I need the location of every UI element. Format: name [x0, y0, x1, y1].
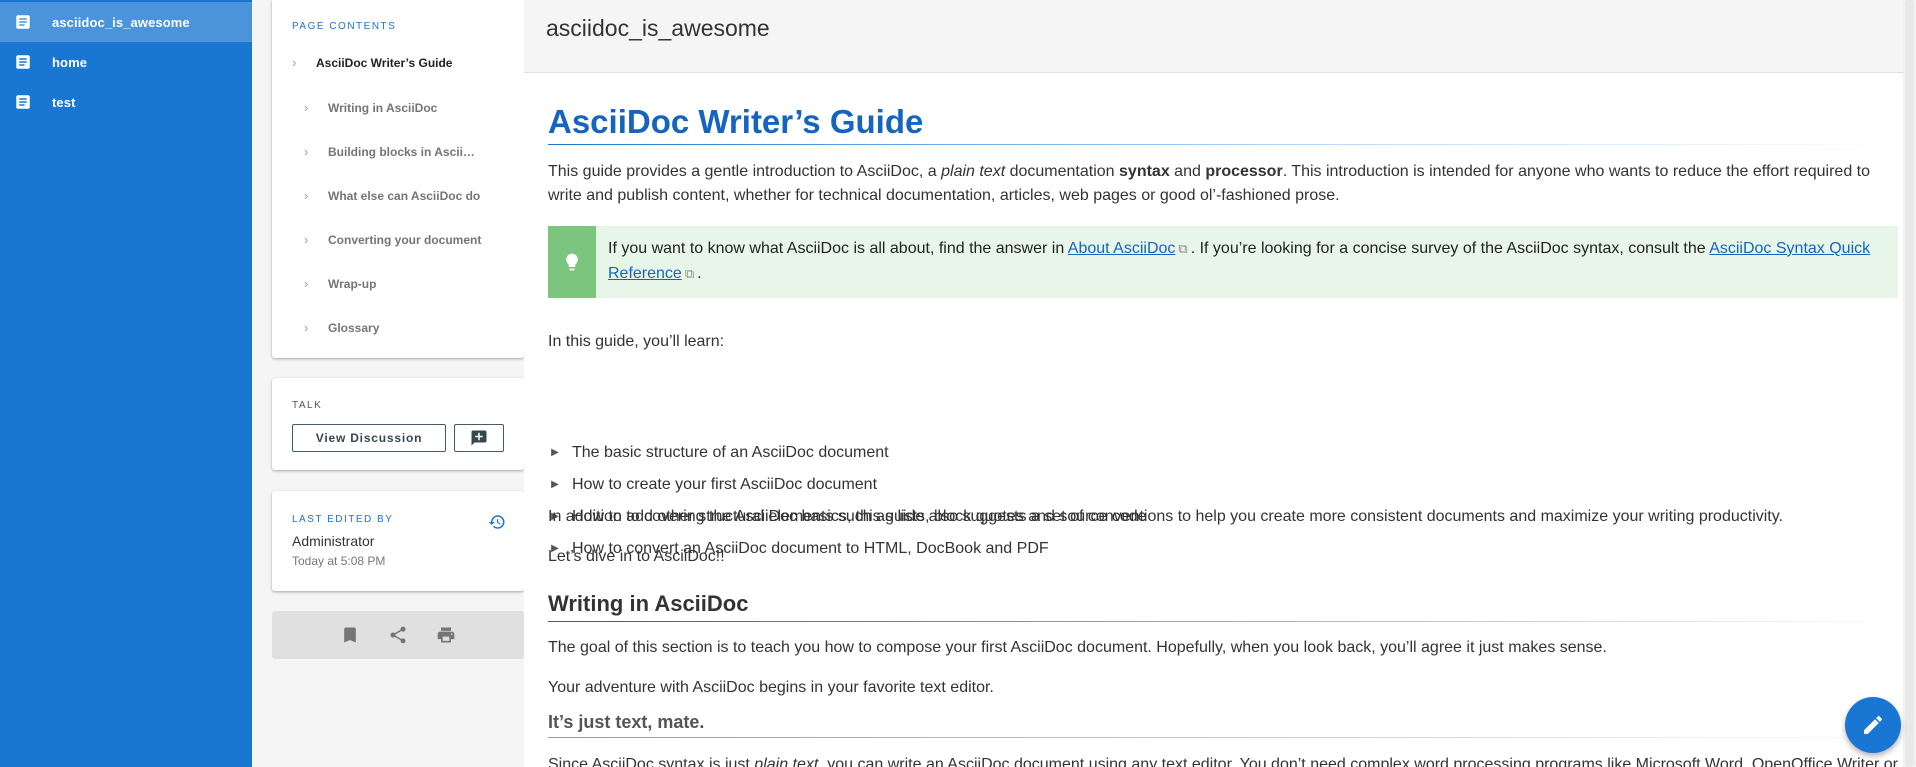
add-comment-button[interactable] [454, 424, 504, 452]
bullet-triangle-icon: ▶ [551, 447, 559, 458]
page-contents-caption: PAGE CONTENTS [292, 21, 397, 32]
scrollbar[interactable] [1903, 0, 1916, 767]
toc-item[interactable]: › Writing in AsciiDoc [304, 100, 483, 115]
document-icon [16, 55, 30, 69]
lightbulb-icon [566, 253, 578, 271]
about-asciidoc-link[interactable]: About AsciiDoc [1068, 240, 1176, 257]
section-heading: Writing in AsciiDoc [548, 591, 749, 616]
addition-paragraph: In addition to covering the AsciiDoc bas… [548, 508, 1784, 525]
list-item: ▶ How to create your first AsciiDoc docum… [548, 469, 1147, 501]
history-icon[interactable] [488, 513, 506, 531]
toc-item[interactable]: › Glossary [304, 320, 483, 335]
last-edited-card: LAST EDITED BY Administrator Today at 5:… [272, 491, 524, 591]
toc-item[interactable]: › Converting your document [304, 232, 483, 247]
tip-text: If you want to know what AsciiDoc is all… [608, 240, 1871, 282]
main-content: asciidoc_is_awesome AsciiDoc Writer’s Gu… [524, 0, 1916, 767]
last-edited-caption: LAST EDITED BY [292, 514, 394, 525]
pencil-icon [1864, 715, 1883, 734]
toc-item[interactable]: › Building blocks in AsciiDoc [304, 144, 483, 159]
sidebar-nav: asciidoc_is_awesome home test [0, 0, 252, 767]
page-actions-bar [272, 611, 524, 659]
tip-bar [548, 226, 596, 298]
nav-item-label: home [52, 54, 88, 70]
chevron-right-icon: › [304, 100, 309, 115]
tip-admonition: If you want to know what AsciiDoc is all… [548, 226, 1898, 298]
toc-item-title[interactable]: › AsciiDoc Writer’s Guide [292, 55, 486, 70]
section-divider [548, 621, 1898, 622]
intro-paragraph: This guide provides a gentle introductio… [548, 163, 1871, 204]
print-icon[interactable] [435, 624, 457, 646]
subsection-heading: It’s just text, mate. [548, 712, 705, 732]
document-icon [16, 95, 30, 109]
toc-item[interactable]: › What else can AsciiDoc do [304, 188, 483, 203]
external-link-icon: ⧉ [1178, 241, 1188, 256]
nav-item-home[interactable]: home [0, 42, 252, 82]
comment-plus-icon [471, 430, 487, 446]
chevron-right-icon: › [304, 276, 309, 291]
chevron-right-icon: › [292, 55, 297, 70]
list-item: ▶ The basic structure of an AsciiDoc docu… [548, 437, 1147, 469]
last-edited-time: Today at 5:08 PM [292, 554, 386, 568]
toc-item[interactable]: › Wrap-up [304, 276, 483, 291]
chevron-right-icon: › [304, 232, 309, 247]
nav-item-asciidoc-is-awesome[interactable]: asciidoc_is_awesome [0, 2, 252, 42]
nav-item-label: test [52, 94, 76, 110]
chevron-right-icon: › [304, 188, 309, 203]
edit-page-button[interactable] [1845, 697, 1901, 753]
talk-caption: TALK [292, 400, 323, 411]
page-contents-card: PAGE CONTENTS › AsciiDoc Writer’s Guide … [272, 0, 524, 358]
bullet-triangle-icon: ▶ [551, 479, 559, 490]
dive-paragraph: Let’s dive in to AsciiDoc!! [548, 548, 725, 565]
goal-paragraph: The goal of this section is to teach you… [548, 639, 1607, 656]
bookmark-icon[interactable] [339, 624, 361, 646]
share-icon[interactable] [387, 624, 409, 646]
last-edited-user: Administrator [292, 533, 375, 549]
nav-item-test[interactable]: test [0, 82, 252, 122]
page-header: asciidoc_is_awesome [524, 0, 1916, 73]
page-title: asciidoc_is_awesome [546, 15, 770, 41]
view-discussion-button[interactable]: View Discussion [292, 424, 446, 452]
talk-card: TALK View Discussion [272, 378, 524, 470]
adventure-paragraph: Your adventure with AsciiDoc begins in y… [548, 679, 994, 696]
learn-paragraph: In this guide, you’ll learn: [548, 333, 725, 350]
page-sidebar: PAGE CONTENTS › AsciiDoc Writer’s Guide … [252, 0, 524, 767]
chevron-right-icon: › [304, 144, 309, 159]
nav-item-label: asciidoc_is_awesome [52, 14, 190, 30]
since-paragraph: Since AsciiDoc syntax is just plain text… [548, 756, 1898, 767]
scrollbar-thumb[interactable] [1905, 0, 1914, 767]
doc-title: AsciiDoc Writer’s Guide [548, 103, 924, 140]
document-icon [16, 15, 30, 29]
external-link-icon: ⧉ [684, 266, 695, 281]
subsection-divider [548, 737, 1898, 738]
chevron-right-icon: › [304, 320, 309, 335]
title-divider [548, 144, 1898, 145]
